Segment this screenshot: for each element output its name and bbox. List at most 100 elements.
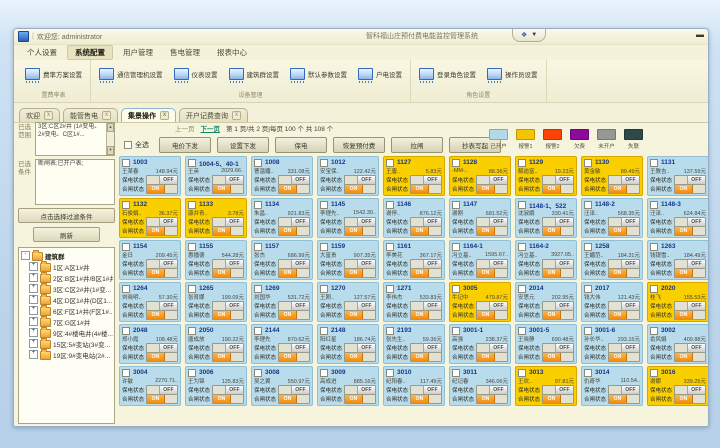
meter-card[interactable]: 1145李理先..1542.30..保电状态OFF合闸状态ON [317,198,379,238]
ribbon-button[interactable]: 登录角色设置 [416,66,479,85]
breaker-toggle[interactable]: ON [278,268,310,278]
supply-toggle[interactable]: OFF [608,385,640,395]
ribbon-button[interactable]: 费率方案设置 [22,66,85,85]
supply-toggle[interactable]: OFF [674,217,706,227]
card-checkbox[interactable] [254,243,262,251]
meter-card[interactable]: 2017钱大伟121.43元保电状态OFF合闸状态ON [581,282,643,322]
breaker-toggle[interactable]: ON [542,352,574,362]
meter-card[interactable]: 1129解迪富..19.23元保电状态OFF合闸状态ON [515,156,577,196]
meter-card[interactable]: 2048郑小霞108.48元保电状态OFF合闸状态ON [119,324,181,364]
supply-toggle[interactable]: OFF [410,217,442,227]
meter-card[interactable]: 1271李伟杰533.83元保电状态OFF合闸状态ON [383,282,445,322]
ribbon-button[interactable]: 默认参数设置 [287,66,350,85]
supply-toggle[interactable]: OFF [212,301,244,311]
meter-card[interactable]: 1130黄金敏89.49元保电状态OFF合闸状态ON [581,156,643,196]
breaker-toggle[interactable]: ON [146,184,178,194]
meter-card[interactable]: 1132石俊娟..36.37元保电状态OFF合闸状态ON [119,198,181,238]
meter-card[interactable]: 1154金日209.45元保电状态OFF合闸状态ON [119,240,181,280]
breaker-toggle[interactable]: ON [146,226,178,236]
tree-node-9[interactable]: +19区:9#变电站(2#... [21,349,113,360]
supply-toggle[interactable]: OFF [146,217,178,227]
meter-card[interactable]: 1164-2冯立基..3927.05..保电状态OFF合闸状态ON [515,240,577,280]
breaker-toggle[interactable]: ON [674,184,706,194]
card-checkbox[interactable] [650,369,658,377]
meter-card[interactable]: 1155惠播德544.28元保电状态OFF合闸状态ON [185,240,247,280]
breaker-toggle[interactable]: ON [344,226,376,236]
card-checkbox[interactable] [650,327,658,335]
supply-toggle[interactable]: OFF [344,259,376,269]
meter-card[interactable]: 1146谢停..876.12元保电状态OFF合闸状态ON [383,198,445,238]
supply-toggle[interactable]: OFF [410,259,442,269]
card-checkbox[interactable] [188,159,196,167]
toolbar-button-2[interactable]: 设置下发 [217,137,269,153]
supply-toggle[interactable]: OFF [476,301,508,311]
card-checkbox[interactable] [122,159,130,167]
supply-toggle[interactable]: OFF [410,175,442,185]
card-checkbox[interactable] [188,243,196,251]
meter-card[interactable]: 2050唐成放190.22元保电状态OFF合闸状态ON [185,324,247,364]
next-page-link[interactable]: 下一页 [201,123,221,133]
tree-node-7[interactable]: +9区:4#楼电井(4#楼... [21,327,113,338]
skin-switcher[interactable]: ❖ ▼ [512,28,546,42]
ribbon-button[interactable]: 操作员设置 [484,66,541,85]
scrollbar[interactable]: ▲ ▼ [106,123,114,155]
supply-toggle[interactable]: OFF [542,385,574,395]
toolbar-button-5[interactable]: 拉闸 [391,137,443,153]
meter-card[interactable]: 3005牛记中479.87元保电状态OFF合闸状态ON [449,282,511,322]
breaker-toggle[interactable]: ON [212,352,244,362]
supply-toggle[interactable]: OFF [278,385,310,395]
supply-toggle[interactable]: OFF [410,343,442,353]
supply-toggle[interactable]: OFF [542,343,574,353]
breaker-toggle[interactable]: ON [410,310,442,320]
card-checkbox[interactable] [188,285,196,293]
supply-toggle[interactable]: OFF [212,343,244,353]
expand-icon[interactable]: + [29,339,38,348]
supply-toggle[interactable]: OFF [146,343,178,353]
card-checkbox[interactable] [452,243,460,251]
meter-card[interactable]: 1128-MM-..88.36元保电状态OFF合闸状态ON [449,156,511,196]
card-checkbox[interactable] [320,327,328,335]
collapse-icon[interactable]: - [21,251,30,260]
breaker-toggle[interactable]: ON [608,184,640,194]
breaker-toggle[interactable]: ON [674,352,706,362]
supply-toggle[interactable]: OFF [674,385,706,395]
minimize-icon[interactable]: ▬ [696,30,704,39]
supply-toggle[interactable]: OFF [146,259,178,269]
breaker-toggle[interactable]: ON [674,268,706,278]
card-checkbox[interactable] [584,159,592,167]
card-checkbox[interactable] [584,201,592,209]
card-checkbox[interactable] [452,201,460,209]
expand-icon[interactable]: + [29,295,38,304]
meter-card[interactable]: 3001-5王晓静690.48元保电状态OFF合闸状态ON [515,324,577,364]
breaker-toggle[interactable]: ON [278,310,310,320]
meter-card[interactable]: 1004-5、40-1王英2029.66..保电状态OFF合闸状态ON [185,156,247,196]
card-checkbox[interactable] [452,327,460,335]
supply-toggle[interactable]: OFF [674,259,706,269]
supply-toggle[interactable]: OFF [608,259,640,269]
card-checkbox[interactable] [320,201,328,209]
card-checkbox[interactable] [584,285,592,293]
menu-item-1[interactable]: 个人设置 [20,46,64,59]
supply-toggle[interactable]: OFF [608,343,640,353]
breaker-toggle[interactable]: ON [410,226,442,236]
card-checkbox[interactable] [584,243,592,251]
supply-toggle[interactable]: OFF [476,217,508,227]
tree-node-4[interactable]: +4区:D区1#井(D区1... [21,294,113,305]
meter-card[interactable]: 1148-1、522沈淑娥330.41元保电状态OFF合闸状态ON [515,198,577,238]
expand-icon[interactable]: + [29,284,38,293]
toolbar-button-4[interactable]: 恢复预付费 [333,137,385,153]
scroll-up-icon[interactable]: ▲ [107,123,114,132]
card-checkbox[interactable] [386,285,394,293]
breaker-toggle[interactable]: ON [278,184,310,194]
breaker-toggle[interactable]: ON [674,310,706,320]
meter-card[interactable]: 3001-6孙长华..293.15元保电状态OFF合闸状态ON [581,324,643,364]
tree-node-6[interactable]: +7区:G区1#井 [21,316,113,327]
supply-toggle[interactable]: OFF [608,217,640,227]
meter-card[interactable]: 3009高成进885.16元保电状态OFF合闸状态ON [317,366,379,406]
supply-toggle[interactable]: OFF [542,175,574,185]
supply-toggle[interactable]: OFF [674,175,706,185]
card-checkbox[interactable] [122,201,130,209]
card-checkbox[interactable] [650,201,658,209]
ribbon-button[interactable]: 建筑群设置 [226,66,283,85]
prev-page-link[interactable]: 上一页 [175,123,195,133]
